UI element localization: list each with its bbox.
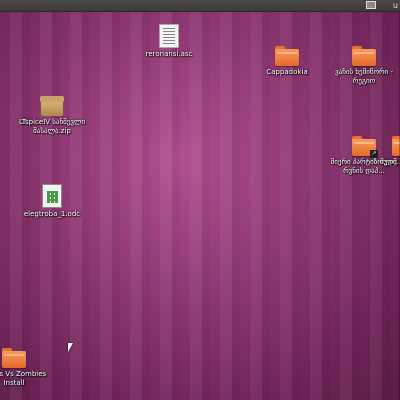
desktop-icon-label: LTspiceIV სანმევლი მასალა.zip [18, 118, 86, 135]
desktop-icon-label: elegtroba_1.odc [23, 210, 81, 218]
desktop-icon-label: მუდმ... [380, 158, 400, 166]
text-document-icon [159, 24, 179, 48]
desktop-icon-reronansi[interactable]: reronansi.asc [129, 24, 209, 59]
desktop-icon-label: ვაჩის ხემიწორი - რეგიო [335, 68, 393, 85]
battery-icon[interactable] [366, 1, 376, 9]
desktop-icon-ltspice-zip[interactable]: LTspiceIV სანმევლი მასალა.zip [12, 96, 92, 136]
desktop-icon-label: reronansi.asc [145, 50, 193, 58]
desktop-icon-plants-vs-zombies[interactable]: Plants Vs Zombies Install [0, 348, 54, 388]
desktop-icon-cappadokia[interactable]: Cappadokia [247, 46, 327, 77]
folder-icon [2, 348, 26, 368]
folder-link-icon: ↗ [352, 136, 378, 158]
desktop-icon-label: Cappadokia [266, 68, 308, 76]
desktop-icon-elegtroba[interactable]: elegtroba_1.odc [12, 184, 92, 219]
mouse-pointer-icon [68, 343, 73, 352]
folder-icon [275, 46, 299, 66]
user-menu[interactable]: u [393, 0, 398, 11]
archive-icon [40, 96, 64, 116]
folder-icon [352, 46, 376, 66]
desktop-icon-folder-partial[interactable]: მუდმ... [380, 136, 400, 167]
desktop-icon-folder-regio[interactable]: ვაჩის ხემიწორი - რეგიო [324, 46, 400, 86]
spreadsheet-icon [42, 184, 62, 208]
desktop-icon-label: Plants Vs Zombies Install [0, 370, 47, 387]
top-panel: u [0, 0, 400, 12]
